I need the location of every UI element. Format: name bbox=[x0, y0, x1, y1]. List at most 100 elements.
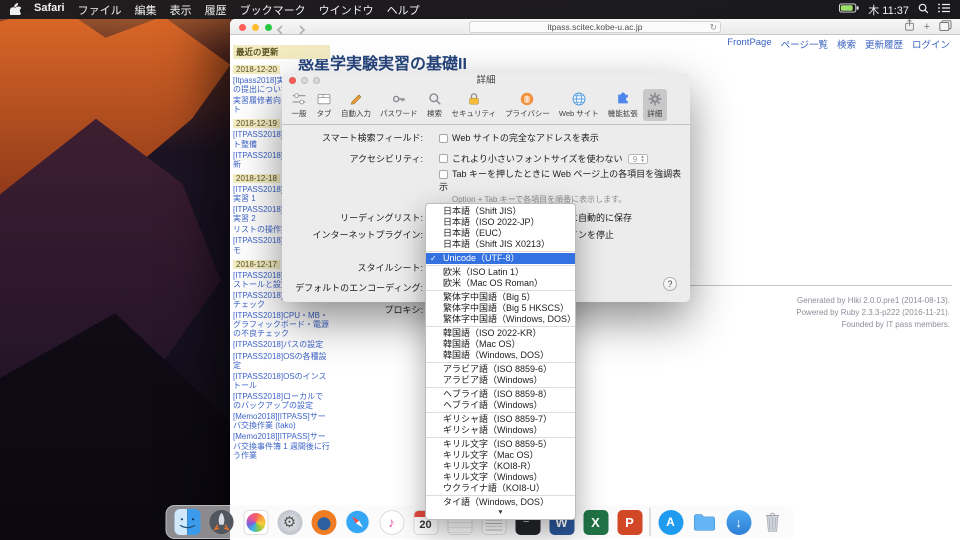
nav-link[interactable]: 更新履歴 bbox=[865, 37, 903, 51]
apple-menu-icon[interactable] bbox=[10, 2, 21, 18]
zoom-button[interactable] bbox=[265, 24, 272, 31]
dock-app-store[interactable]: A bbox=[657, 508, 685, 536]
menubar-item[interactable]: Safari bbox=[34, 2, 65, 18]
pref-row-accessibility: アクセシビリティ: これより小さいフォントサイズを使わない 9▲▼ Tab キー… bbox=[282, 152, 690, 205]
menu-separator bbox=[426, 290, 575, 291]
share-icon[interactable] bbox=[904, 18, 915, 36]
encoding-option[interactable]: 日本語（Shift JIS） bbox=[426, 206, 575, 217]
encoding-option[interactable]: アラビア語（ISO 8859-6） bbox=[426, 364, 575, 375]
pref-tab-label: セキュリティ bbox=[452, 108, 497, 119]
dock-trash[interactable] bbox=[759, 508, 787, 536]
encoding-option[interactable]: ヘブライ語（ISO 8859-8） bbox=[426, 389, 575, 400]
encoding-option[interactable]: 日本語（Shift JIS X0213） bbox=[426, 239, 575, 250]
menubar-item[interactable]: ヘルプ bbox=[387, 2, 420, 18]
encoding-option[interactable]: 繁体字中国語（Big 5 HKSCS） bbox=[426, 303, 575, 314]
nav-link[interactable]: FrontPage bbox=[727, 37, 771, 51]
encoding-option[interactable]: 日本語（EUC） bbox=[426, 228, 575, 239]
encoding-option[interactable]: 韓国語（Windows, DOS） bbox=[426, 350, 575, 361]
new-tab-icon[interactable]: + bbox=[924, 22, 930, 33]
sidebar-link[interactable]: [Memo2018][ITPASS]サーバ交換作業 (tako) bbox=[233, 412, 330, 430]
address-bar[interactable]: itpass.scitec.kobe-u.ac.jp ↻ bbox=[469, 21, 721, 33]
pref-tab-advanced[interactable]: 詳細 bbox=[643, 89, 667, 121]
sidebar-link[interactable]: [ITPASS2018]OSの各種設定 bbox=[233, 352, 330, 370]
spotlight-icon[interactable] bbox=[918, 3, 929, 17]
dock-photos[interactable] bbox=[242, 508, 270, 536]
encoding-option[interactable]: Unicode（UTF-8）✓ bbox=[426, 253, 575, 264]
sidebar-link[interactable]: [Memo2018][ITPASS]サーバ交換事件簿 1 週間後に行う作業 bbox=[233, 432, 330, 459]
nav-link[interactable]: 検索 bbox=[837, 37, 856, 51]
encoding-option[interactable]: ウクライナ語（KOI8-U） bbox=[426, 483, 575, 494]
dock-separator bbox=[650, 508, 651, 536]
encoding-option[interactable]: キリル文字（ISO 8859-5） bbox=[426, 439, 575, 450]
encoding-option[interactable]: キリル文字（Mac OS） bbox=[426, 450, 575, 461]
dock-downloads[interactable]: ↓ bbox=[725, 508, 753, 536]
help-button[interactable]: ? bbox=[663, 277, 677, 291]
encoding-option[interactable]: 韓国語（ISO 2022-KR） bbox=[426, 328, 575, 339]
close-button[interactable] bbox=[289, 77, 296, 84]
sidebar-link[interactable]: [ITPASS2018]OSのインストール bbox=[233, 372, 330, 390]
pref-tab-tabs[interactable]: タブ bbox=[312, 89, 336, 121]
encoding-option[interactable]: 韓国語（Mac OS） bbox=[426, 339, 575, 350]
desktop: Safari ファイル編集表示履歴ブックマークウインドウヘルプ 木 11:37 i… bbox=[0, 0, 960, 540]
nav-link[interactable]: ログイン bbox=[912, 37, 950, 51]
stepper-arrows-icon[interactable]: ▲▼ bbox=[640, 155, 644, 163]
dock-finder[interactable] bbox=[174, 508, 202, 536]
dock-launchpad[interactable] bbox=[208, 508, 236, 536]
encoding-option[interactable]: 日本語（ISO 2022-JP） bbox=[426, 217, 575, 228]
menubar-item[interactable]: ウインドウ bbox=[319, 2, 374, 18]
menubar-item[interactable]: ブックマーク bbox=[240, 2, 306, 18]
dock-powerpoint[interactable]: P bbox=[616, 508, 644, 536]
pref-tab-passwords[interactable]: パスワード bbox=[376, 89, 422, 121]
menubar-item[interactable]: 編集 bbox=[135, 2, 157, 18]
checkbox-min-font-size[interactable] bbox=[439, 154, 448, 163]
sidebar-link[interactable]: [ITPASS2018]ローカルでのバックアップの設定 bbox=[233, 392, 330, 410]
reload-icon[interactable]: ↻ bbox=[710, 22, 717, 32]
close-button[interactable] bbox=[239, 24, 246, 31]
encoding-option[interactable]: 欧米（Mac OS Roman） bbox=[426, 278, 575, 289]
tab-overview-icon[interactable] bbox=[939, 18, 952, 36]
encoding-option[interactable]: キリル文字（KOI8-R） bbox=[426, 461, 575, 472]
menubar-menus: Safari ファイル編集表示履歴ブックマークウインドウヘルプ bbox=[34, 2, 420, 18]
checkbox-tab-highlight[interactable] bbox=[439, 170, 448, 179]
pref-tab-websites[interactable]: Web サイト bbox=[555, 89, 603, 121]
window-controls bbox=[239, 24, 272, 31]
dock-system-preferences[interactable]: ⚙ bbox=[276, 508, 304, 536]
preferences-toolbar: 一般タブ自動入力パスワード検索セキュリティプライバシーWeb サイト機能拡張詳細 bbox=[282, 88, 690, 125]
menubar-item[interactable]: 表示 bbox=[170, 2, 192, 18]
minimize-button[interactable] bbox=[252, 24, 259, 31]
pref-tab-extensions[interactable]: 機能拡張 bbox=[604, 89, 642, 121]
menubar-item[interactable]: 履歴 bbox=[205, 2, 227, 18]
dock-documents-folder[interactable] bbox=[691, 508, 719, 536]
menubar-clock[interactable]: 木 11:37 bbox=[868, 2, 909, 18]
checkbox-show-full-address[interactable] bbox=[439, 134, 448, 143]
privacy-icon bbox=[519, 91, 535, 107]
nav-link[interactable]: ページ一覧 bbox=[781, 37, 828, 51]
footer-line: Powered by Ruby 2.3.3-p222 (2016-11-21). bbox=[796, 307, 950, 319]
font-size-stepper[interactable]: 9▲▼ bbox=[628, 154, 648, 164]
encoding-option[interactable]: ギリシャ語（ISO 8859-7） bbox=[426, 414, 575, 425]
encoding-option[interactable]: 繁体字中国語（Big 5） bbox=[426, 292, 575, 303]
sidebar-link[interactable]: [ITPASS2018]パスの設定 bbox=[233, 340, 330, 349]
notification-center-icon[interactable] bbox=[938, 3, 950, 16]
dock-itunes[interactable]: ♪ bbox=[378, 508, 406, 536]
encoding-option[interactable]: 欧米（ISO Latin 1） bbox=[426, 267, 575, 278]
menubar-item[interactable]: ファイル bbox=[78, 2, 122, 18]
encoding-option[interactable]: キリル文字（Windows） bbox=[426, 472, 575, 483]
sidebar-date-header: 2018-12-20 bbox=[233, 65, 280, 74]
pref-tab-privacy[interactable]: プライバシー bbox=[501, 89, 554, 121]
dock-firefox[interactable] bbox=[310, 508, 338, 536]
pref-tab-security[interactable]: セキュリティ bbox=[448, 89, 501, 121]
pref-tab-autofill[interactable]: 自動入力 bbox=[337, 89, 375, 121]
menu-scroll-down-icon[interactable]: ▼ bbox=[426, 508, 575, 517]
pref-tab-search[interactable]: 検索 bbox=[423, 89, 447, 121]
encoding-option[interactable]: タイ語（Windows, DOS） bbox=[426, 497, 575, 508]
encoding-option[interactable]: アラビア語（Windows） bbox=[426, 375, 575, 386]
dock-excel[interactable]: X bbox=[582, 508, 610, 536]
encoding-option[interactable]: 繁体字中国語（Windows, DOS） bbox=[426, 314, 575, 325]
pref-tab-general[interactable]: 一般 bbox=[287, 89, 311, 121]
menu-separator bbox=[426, 495, 575, 496]
dock-safari[interactable] bbox=[344, 508, 372, 536]
encoding-option[interactable]: ギリシャ語（Windows） bbox=[426, 425, 575, 436]
encoding-option[interactable]: ヘブライ語（Windows） bbox=[426, 400, 575, 411]
pref-tab-label: 検索 bbox=[427, 108, 442, 119]
